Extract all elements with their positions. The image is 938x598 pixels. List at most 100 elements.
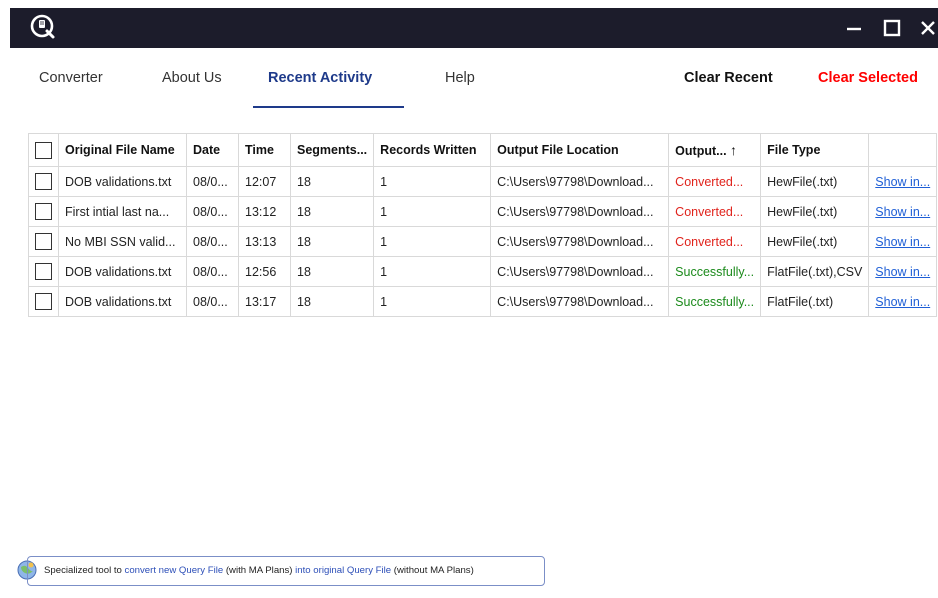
cell-records-written-text: 1 (380, 264, 388, 279)
show-in-folder-link-text[interactable]: Show in... (875, 295, 930, 309)
select-all-checkbox[interactable] (35, 141, 52, 159)
row-checkbox-cell (28, 226, 59, 257)
cell-output-status: Converted... (668, 226, 762, 257)
cell-date: 08/0... (186, 166, 239, 197)
cell-output-status: Successfully... (668, 286, 762, 317)
show-in-folder-link-text[interactable]: Show in... (875, 265, 930, 279)
cell-file-type-text: HewFile(.txt) (767, 234, 838, 249)
cell-date: 08/0... (186, 256, 239, 287)
table-row[interactable]: DOB validations.txt 08/0... 12:07 18 1 C:\Use… (28, 166, 938, 197)
cell-time-text: 13:17 (245, 294, 277, 309)
sort-up-icon: ↑ (730, 142, 738, 158)
show-in-folder-link[interactable]: Show in... (868, 196, 938, 227)
cell-file-name-text: No MBI SSN valid... (65, 234, 176, 249)
show-in-folder-link-text[interactable]: Show in... (875, 175, 930, 189)
cell-file-type: FlatFile(.txt) (760, 286, 870, 317)
col-date[interactable]: Date (186, 133, 239, 167)
footer-text-2: convert new Query File (124, 565, 224, 576)
footer-text-1: Specialized tool to (44, 565, 125, 576)
cell-records-written-text: 1 (380, 204, 388, 219)
row-checkbox[interactable] (35, 173, 52, 190)
table-row[interactable]: First intial last na... 08/0... 13:12 18 1 C:… (28, 196, 938, 227)
col-original-file-name[interactable]: Original File Name (58, 133, 187, 167)
row-checkbox[interactable] (35, 203, 52, 220)
cell-file-type-text: HewFile(.txt) (767, 174, 838, 189)
cell-records-written: 1 (373, 286, 492, 317)
cell-segments: 18 (289, 226, 375, 257)
col-time[interactable]: Time (238, 133, 291, 167)
cell-date-text: 08/0... (193, 294, 228, 309)
col-segments[interactable]: Segments... (289, 133, 375, 167)
maximize-icon[interactable] (880, 16, 904, 40)
col-output-file-location[interactable]: Output File Location (490, 133, 670, 167)
clear-recent-button[interactable]: Clear Recent (684, 70, 773, 86)
tab-recent-activity[interactable]: Recent Activity (268, 70, 372, 86)
cell-segments-text: 18 (297, 294, 311, 309)
cell-file-name: No MBI SSN valid... (58, 226, 187, 257)
cell-records-written: 1 (373, 226, 492, 257)
cell-file-name: DOB validations.txt (58, 256, 187, 287)
nav-bar: Converter About Us Recent Activity Help … (0, 60, 938, 110)
show-in-folder-link[interactable]: Show in... (868, 166, 938, 197)
cell-file-type: HewFile(.txt) (760, 226, 870, 257)
tab-about-us[interactable]: About Us (162, 70, 222, 86)
table-row[interactable]: DOB validations.txt 08/0... 13:17 18 1 C:\Use… (28, 286, 938, 317)
cell-records-written-text: 1 (380, 234, 388, 249)
cell-file-name: First intial last na... (58, 196, 187, 227)
tab-converter[interactable]: Converter (39, 70, 103, 86)
show-in-folder-link-text[interactable]: Show in... (875, 205, 930, 219)
cell-date: 08/0... (186, 286, 239, 317)
cell-output-status-text: Converted... (675, 204, 744, 219)
cell-segments: 18 (289, 286, 375, 317)
select-all-cell (28, 133, 59, 167)
cell-file-type: FlatFile(.txt),CSV (760, 256, 870, 287)
footer-text-3: (with MA Plans) (223, 565, 296, 576)
cell-output-status-text: Successfully... (675, 264, 755, 279)
cell-segments-text: 18 (297, 204, 311, 219)
tab-help[interactable]: Help (445, 70, 475, 86)
show-in-folder-link[interactable]: Show in... (868, 226, 938, 257)
cell-segments-text: 18 (297, 234, 311, 249)
cell-time-text: 12:56 (245, 264, 277, 279)
col-file-type[interactable]: File Type (760, 133, 870, 167)
table-row[interactable]: No MBI SSN valid... 08/0... 13:13 18 1 C:\Use… (28, 226, 938, 257)
table-row[interactable]: DOB validations.txt 08/0... 12:56 18 1 C:\Use… (28, 256, 938, 287)
row-checkbox[interactable] (35, 233, 52, 250)
cell-segments-text: 18 (297, 174, 311, 189)
show-in-folder-link[interactable]: Show in... (868, 256, 938, 287)
cell-output-status: Successfully... (668, 256, 762, 287)
cell-records-written: 1 (373, 166, 492, 197)
cell-output-status-text: Successfully... (675, 294, 755, 309)
close-icon[interactable] (916, 16, 938, 40)
footer-text-5: (without MA Plans) (391, 565, 474, 576)
cell-records-written-text: 1 (380, 294, 388, 309)
col-records-written[interactable]: Records Written (373, 133, 492, 167)
clear-selected-button[interactable]: Clear Selected (818, 70, 918, 86)
cell-segments-text: 18 (297, 264, 311, 279)
cell-file-type: HewFile(.txt) (760, 166, 870, 197)
cell-output-status-text: Converted... (675, 174, 744, 189)
cell-output-status: Converted... (668, 166, 762, 197)
cell-output-location: C:\Users\97798\Download... (490, 166, 670, 197)
row-checkbox-cell (28, 196, 59, 227)
cell-records-written-text: 1 (380, 174, 388, 189)
cell-date-text: 08/0... (193, 234, 228, 249)
show-in-folder-link-text[interactable]: Show in... (875, 235, 930, 249)
row-checkbox[interactable] (35, 263, 52, 280)
col-output[interactable]: Output... ↑ (668, 133, 762, 167)
cell-date-text: 08/0... (193, 204, 228, 219)
cell-output-location-text: C:\Users\97798\Download... (497, 294, 654, 309)
cell-time-text: 12:07 (245, 174, 277, 189)
cell-records-written: 1 (373, 256, 492, 287)
minimize-icon[interactable] (842, 16, 866, 40)
col-action (868, 133, 938, 167)
row-checkbox[interactable] (35, 293, 52, 310)
cell-time: 13:13 (238, 226, 291, 257)
cell-file-name-text: DOB validations.txt (65, 264, 172, 279)
cell-segments: 18 (289, 166, 375, 197)
cell-output-location: C:\Users\97798\Download... (490, 256, 670, 287)
footer-text-4: into original Query File (295, 565, 392, 576)
cell-file-type: HewFile(.txt) (760, 196, 870, 227)
cell-output-location: C:\Users\97798\Download... (490, 286, 670, 317)
show-in-folder-link[interactable]: Show in... (868, 286, 938, 317)
